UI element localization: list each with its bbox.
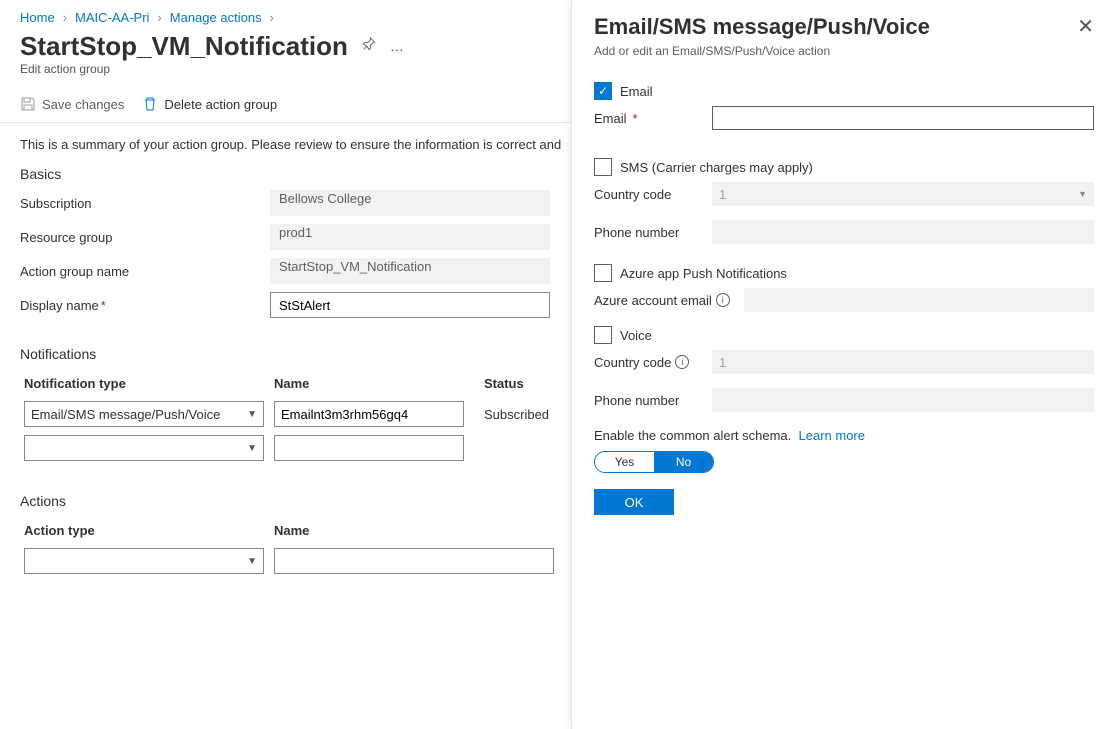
display-name-input[interactable] (270, 292, 550, 318)
notifications-table: Notification type Name Status Email/SMS … (20, 370, 580, 465)
display-name-label: Display name* (20, 298, 270, 313)
info-icon[interactable]: i (716, 293, 730, 307)
schema-toggle[interactable]: Yes No (594, 451, 714, 473)
pin-icon[interactable] (362, 37, 376, 54)
panel-title: Email/SMS message/Push/Voice (594, 14, 930, 40)
subscription-value: Bellows College (270, 190, 550, 216)
delete-icon (142, 96, 158, 112)
azure-email-label: Azure account email i (594, 293, 734, 308)
actions-table: Action type Name ▼ (20, 517, 580, 578)
push-checkbox[interactable] (594, 264, 612, 282)
notification-type-select-empty[interactable]: ▼ (24, 435, 264, 461)
chevron-right-icon: › (157, 10, 161, 25)
chevron-down-icon: ▼ (1078, 189, 1087, 199)
info-icon[interactable]: i (675, 355, 689, 369)
sms-checkbox-label: SMS (Carrier charges may apply) (620, 160, 813, 175)
breadcrumb-home[interactable]: Home (20, 10, 55, 25)
delete-label: Delete action group (164, 97, 277, 112)
voice-phone-label: Phone number (594, 393, 702, 408)
toggle-yes[interactable]: Yes (595, 452, 654, 472)
email-checkbox[interactable]: ✓ (594, 82, 612, 100)
col-notification-status: Status (480, 370, 580, 397)
schema-text: Enable the common alert schema. (594, 428, 791, 443)
email-checkbox-label: Email (620, 84, 653, 99)
sms-phone-label: Phone number (594, 225, 702, 240)
email-input[interactable] (712, 106, 1094, 130)
notification-type-value: Email/SMS message/Push/Voice (31, 407, 220, 422)
subscription-label: Subscription (20, 196, 270, 211)
chevron-right-icon: › (270, 10, 274, 25)
resource-group-label: Resource group (20, 230, 270, 245)
notification-type-select[interactable]: Email/SMS message/Push/Voice ▼ (24, 401, 264, 427)
save-button[interactable]: Save changes (20, 96, 124, 112)
voice-country-label: Country code i (594, 355, 702, 370)
voice-checkbox[interactable] (594, 326, 612, 344)
chevron-down-icon: ▼ (247, 409, 257, 420)
chevron-right-icon: › (63, 10, 67, 25)
col-notification-type: Notification type (20, 370, 270, 397)
delete-button[interactable]: Delete action group (142, 96, 277, 112)
required-asterisk: * (101, 298, 106, 313)
azure-email-input (744, 288, 1094, 312)
action-type-select[interactable]: ▼ (24, 548, 264, 574)
sms-country-label: Country code (594, 187, 702, 202)
sms-phone-input (712, 220, 1094, 244)
resource-group-value: prod1 (270, 224, 550, 250)
side-panel: Email/SMS message/Push/Voice ✕ Add or ed… (571, 0, 1116, 729)
notification-status: Subscribed (480, 397, 580, 431)
voice-checkbox-label: Voice (620, 328, 652, 343)
save-icon (20, 96, 36, 112)
toggle-no[interactable]: No (654, 452, 713, 472)
col-action-type: Action type (20, 517, 270, 544)
action-name-input[interactable] (274, 548, 554, 574)
sms-country-select: 1 ▼ (712, 182, 1094, 206)
save-label: Save changes (42, 97, 124, 112)
learn-more-link[interactable]: Learn more (799, 428, 865, 443)
panel-subtitle: Add or edit an Email/SMS/Push/Voice acti… (594, 44, 1094, 58)
notification-name-input[interactable] (274, 401, 464, 427)
col-notification-name: Name (270, 370, 480, 397)
chevron-down-icon: ▼ (247, 443, 257, 454)
sms-checkbox[interactable] (594, 158, 612, 176)
push-checkbox-label: Azure app Push Notifications (620, 266, 787, 281)
action-group-name-label: Action group name (20, 264, 270, 279)
more-icon[interactable]: … (390, 38, 404, 54)
ok-button[interactable]: OK (594, 489, 674, 515)
notification-row: Email/SMS message/Push/Voice ▼ Subscribe… (20, 397, 580, 431)
chevron-down-icon: ▼ (247, 556, 257, 567)
notification-row: ▼ (20, 431, 580, 465)
email-field-label: Email* (594, 111, 702, 126)
notification-name-input-empty[interactable] (274, 435, 464, 461)
breadcrumb-manage[interactable]: Manage actions (170, 10, 262, 25)
action-row: ▼ (20, 544, 580, 578)
voice-phone-input (712, 388, 1094, 412)
breadcrumb-rg[interactable]: MAIC-AA-Pri (75, 10, 149, 25)
col-action-name: Name (270, 517, 580, 544)
page-title: StartStop_VM_Notification (20, 31, 348, 62)
voice-country-input: 1 (712, 350, 1094, 374)
action-group-name-value: StartStop_VM_Notification (270, 258, 550, 284)
close-icon[interactable]: ✕ (1077, 14, 1094, 39)
